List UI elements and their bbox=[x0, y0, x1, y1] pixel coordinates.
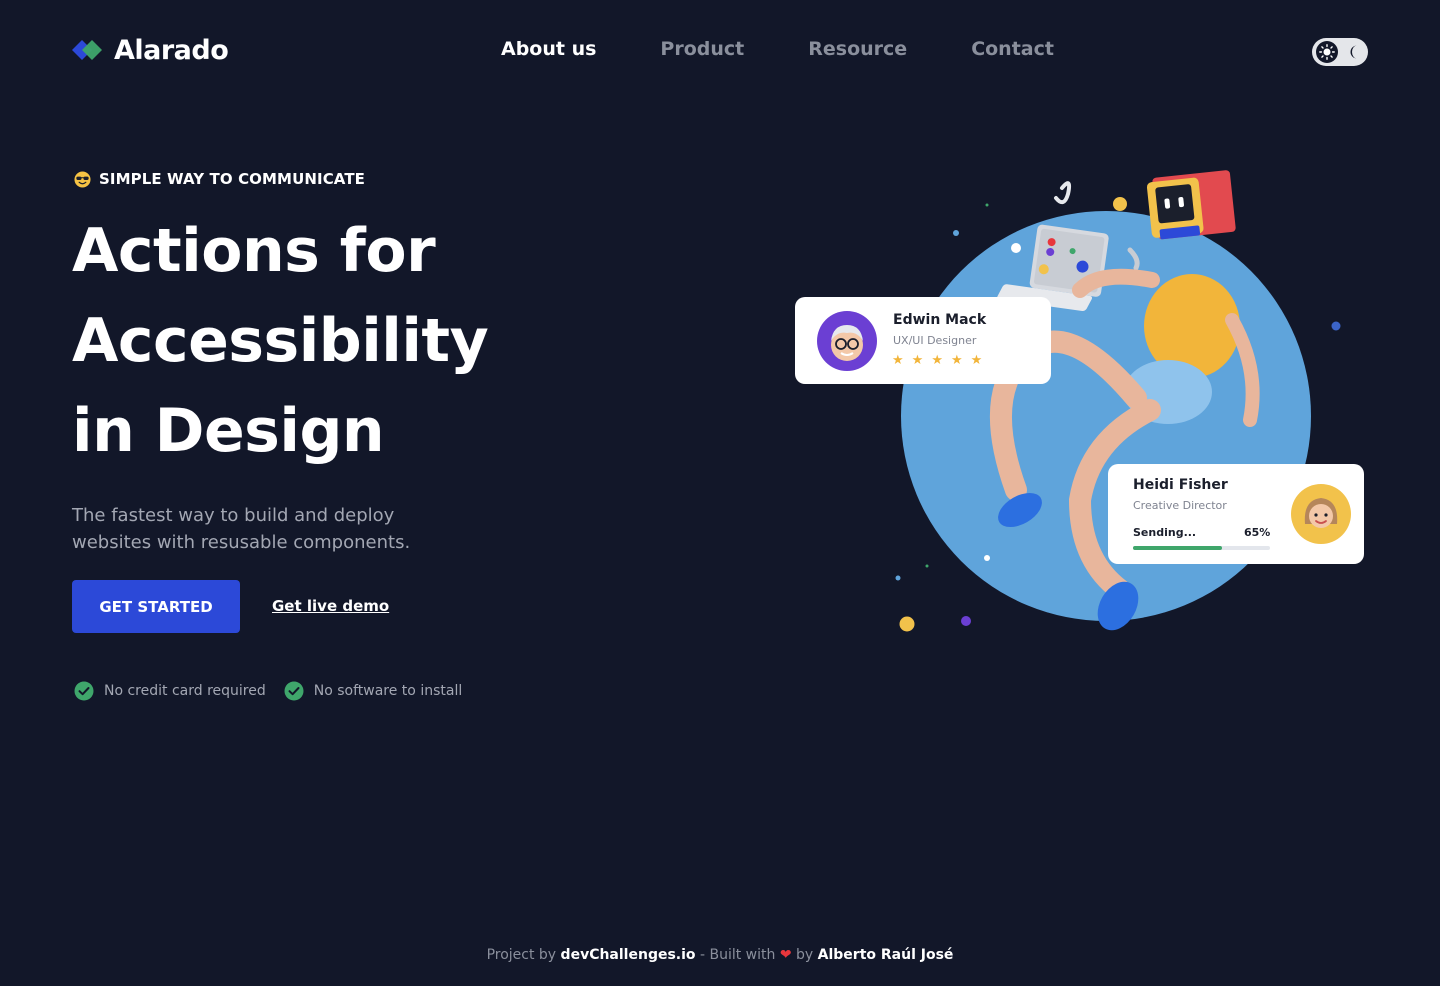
card-name: Edwin Mack bbox=[893, 312, 987, 328]
footer-author: Alberto Raúl José bbox=[817, 947, 954, 963]
diamond-logo-icon bbox=[72, 40, 102, 60]
rating-stars: ★ ★ ★ ★ ★ bbox=[892, 354, 982, 367]
footer-middle: - Built with bbox=[699, 947, 776, 963]
heart-icon: ❤ bbox=[779, 947, 792, 963]
progress-percent: 65% bbox=[1244, 526, 1271, 539]
profile-card-edwin: Edwin Mack UX/UI Designer ★ ★ ★ ★ ★ bbox=[795, 297, 1051, 384]
headline-line: Actions for bbox=[72, 216, 436, 286]
footer: Project by devChallenges.io - Built with… bbox=[0, 947, 1440, 963]
check-label: No credit card required bbox=[104, 683, 266, 699]
star-icon: ★ bbox=[911, 353, 924, 368]
character-illustration bbox=[895, 170, 1341, 632]
nav-item-contact[interactable]: Contact bbox=[971, 38, 1054, 60]
main-nav: About us Product Resource Contact bbox=[501, 38, 1118, 60]
sun-icon bbox=[1316, 41, 1338, 63]
hero-headline: Actions for Accessibility in Design bbox=[72, 206, 592, 476]
progress-bar bbox=[1133, 546, 1270, 550]
tagline: SIMPLE WAY TO COMMUNICATE bbox=[74, 170, 365, 188]
check-label: No software to install bbox=[313, 683, 463, 699]
headline-line: in Design bbox=[72, 396, 385, 466]
theme-toggle[interactable] bbox=[1312, 38, 1368, 66]
nav-item-about-us[interactable]: About us bbox=[501, 38, 596, 60]
profile-card-heidi: Heidi Fisher Creative Director Sending..… bbox=[1108, 464, 1364, 564]
card-role: UX/UI Designer bbox=[893, 334, 977, 347]
get-live-demo-link[interactable]: Get live demo bbox=[272, 597, 389, 615]
footer-site-link[interactable]: devChallenges.io bbox=[561, 947, 696, 963]
check-item: No software to install bbox=[284, 681, 462, 701]
check-circle-icon bbox=[74, 681, 94, 701]
card-role: Creative Director bbox=[1133, 499, 1227, 512]
progress-fill bbox=[1133, 546, 1223, 550]
tagline-text: SIMPLE WAY TO COMMUNICATE bbox=[99, 170, 366, 188]
star-icon: ★ bbox=[892, 353, 904, 368]
avatar bbox=[817, 311, 877, 371]
brand-logo[interactable]: Alarado bbox=[72, 34, 229, 66]
nav-item-product[interactable]: Product bbox=[660, 38, 744, 60]
check-item: No credit card required bbox=[74, 681, 266, 701]
footer-prefix: Project by bbox=[486, 947, 557, 963]
get-started-button[interactable]: GET STARTED bbox=[72, 580, 240, 633]
star-icon: ★ bbox=[950, 353, 963, 368]
feature-checks: No credit card required No software to i… bbox=[74, 681, 462, 701]
star-icon: ★ bbox=[931, 353, 943, 368]
card-name: Heidi Fisher bbox=[1133, 477, 1228, 493]
headline-line: Accessibility bbox=[72, 306, 489, 376]
footer-by: by bbox=[796, 947, 814, 963]
hero-illustration bbox=[780, 160, 1380, 650]
avatar bbox=[1291, 484, 1351, 544]
brand-name: Alarado bbox=[114, 34, 229, 66]
sunglasses-emoji-icon bbox=[74, 170, 91, 188]
check-circle-icon bbox=[284, 681, 304, 701]
moon-icon bbox=[1346, 43, 1364, 61]
hero-subtext: The fastest way to build and deploy webs… bbox=[72, 505, 411, 553]
sending-status: Sending... bbox=[1133, 526, 1197, 539]
star-icon: ★ bbox=[970, 353, 983, 368]
nav-item-resource[interactable]: Resource bbox=[808, 38, 907, 60]
